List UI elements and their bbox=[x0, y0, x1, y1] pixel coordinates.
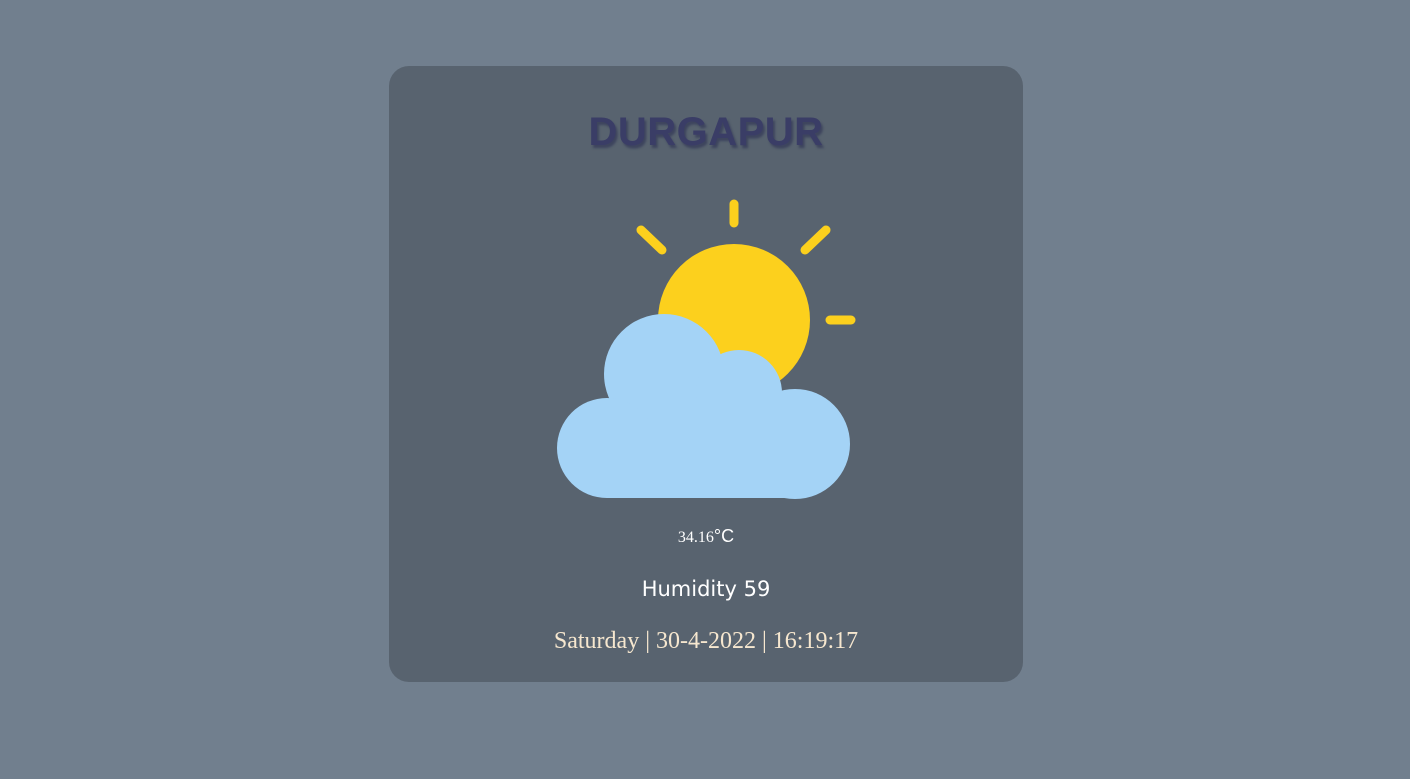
city-name: DURGAPUR bbox=[588, 110, 824, 154]
temperature-readout: 34.16°C bbox=[389, 526, 1023, 547]
temperature-unit: °C bbox=[713, 526, 735, 546]
partly-cloudy-sun-icon bbox=[557, 199, 856, 499]
date-time: Saturday | 30-4-2022 | 16:19:17 bbox=[553, 628, 859, 654]
weather-card: DURGAPUR 34.16°C Humidity 59 Saturday | … bbox=[389, 66, 1023, 682]
temperature-value: 34.16 bbox=[677, 529, 714, 546]
humidity-readout: Humidity 59 bbox=[641, 577, 771, 601]
